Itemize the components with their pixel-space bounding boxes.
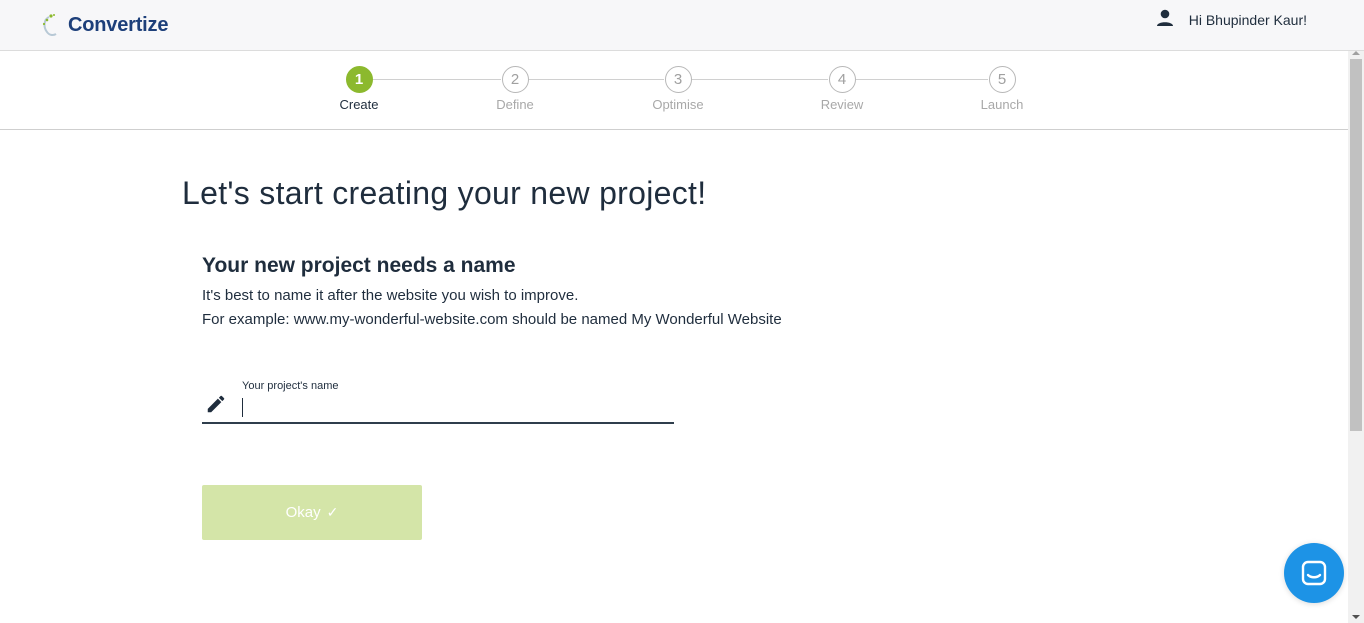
step-label: Create [339,97,379,112]
scroll-thumb[interactable] [1350,59,1362,431]
step-number: 1 [345,66,373,93]
step-label: Optimise [652,97,704,112]
convertize-logo-icon [42,14,57,37]
brand-logo[interactable]: Convertize [40,12,168,38]
user-icon [1156,9,1173,26]
section-heading: Your new project needs a name [202,254,516,277]
step-launch[interactable]: 5 Launch [962,66,1042,112]
text-caret [242,398,243,417]
chat-icon [1301,560,1327,586]
user-menu[interactable]: Hi Bhupinder Kaur! [1155,9,1307,28]
okay-button-label: Okay [285,504,321,521]
brand-name: Convertize [68,13,169,36]
okay-button[interactable]: Okay ✓ [202,485,422,540]
step-number: 3 [664,66,692,93]
step-number: 4 [828,66,856,93]
progress-stepper: 1 Create 2 Define 3 Optimise 4 Review 5 … [0,51,1348,130]
step-label: Define [496,97,534,112]
scroll-down-icon[interactable] [1352,615,1360,619]
step-define[interactable]: 2 Define [475,66,555,112]
step-review[interactable]: 4 Review [802,66,882,112]
scroll-up-icon[interactable] [1352,51,1360,55]
pencil-icon [207,395,225,413]
page-scrollbar[interactable] [1348,51,1364,623]
user-greeting: Hi Bhupinder Kaur! [1188,12,1307,28]
naming-example: For example: www.my-wonderful-website.co… [202,311,782,328]
step-number: 2 [501,66,529,93]
page-title: Let's start creating your new project! [182,175,707,211]
step-optimise[interactable]: 3 Optimise [638,66,718,112]
project-name-label: Your project's name [242,380,339,392]
check-icon: ✓ [326,504,339,520]
step-create[interactable]: 1 Create [319,66,399,112]
project-name-input[interactable] [242,396,672,420]
chat-launcher-button[interactable] [1284,543,1344,603]
step-label: Review [820,97,864,112]
step-label: Launch [980,97,1024,112]
project-name-field[interactable]: Your project's name [202,378,674,424]
naming-hint: It's best to name it after the website y… [202,287,579,304]
step-number: 5 [988,66,1016,93]
app-header: Convertize Hi Bhupinder Kaur! [0,0,1364,51]
